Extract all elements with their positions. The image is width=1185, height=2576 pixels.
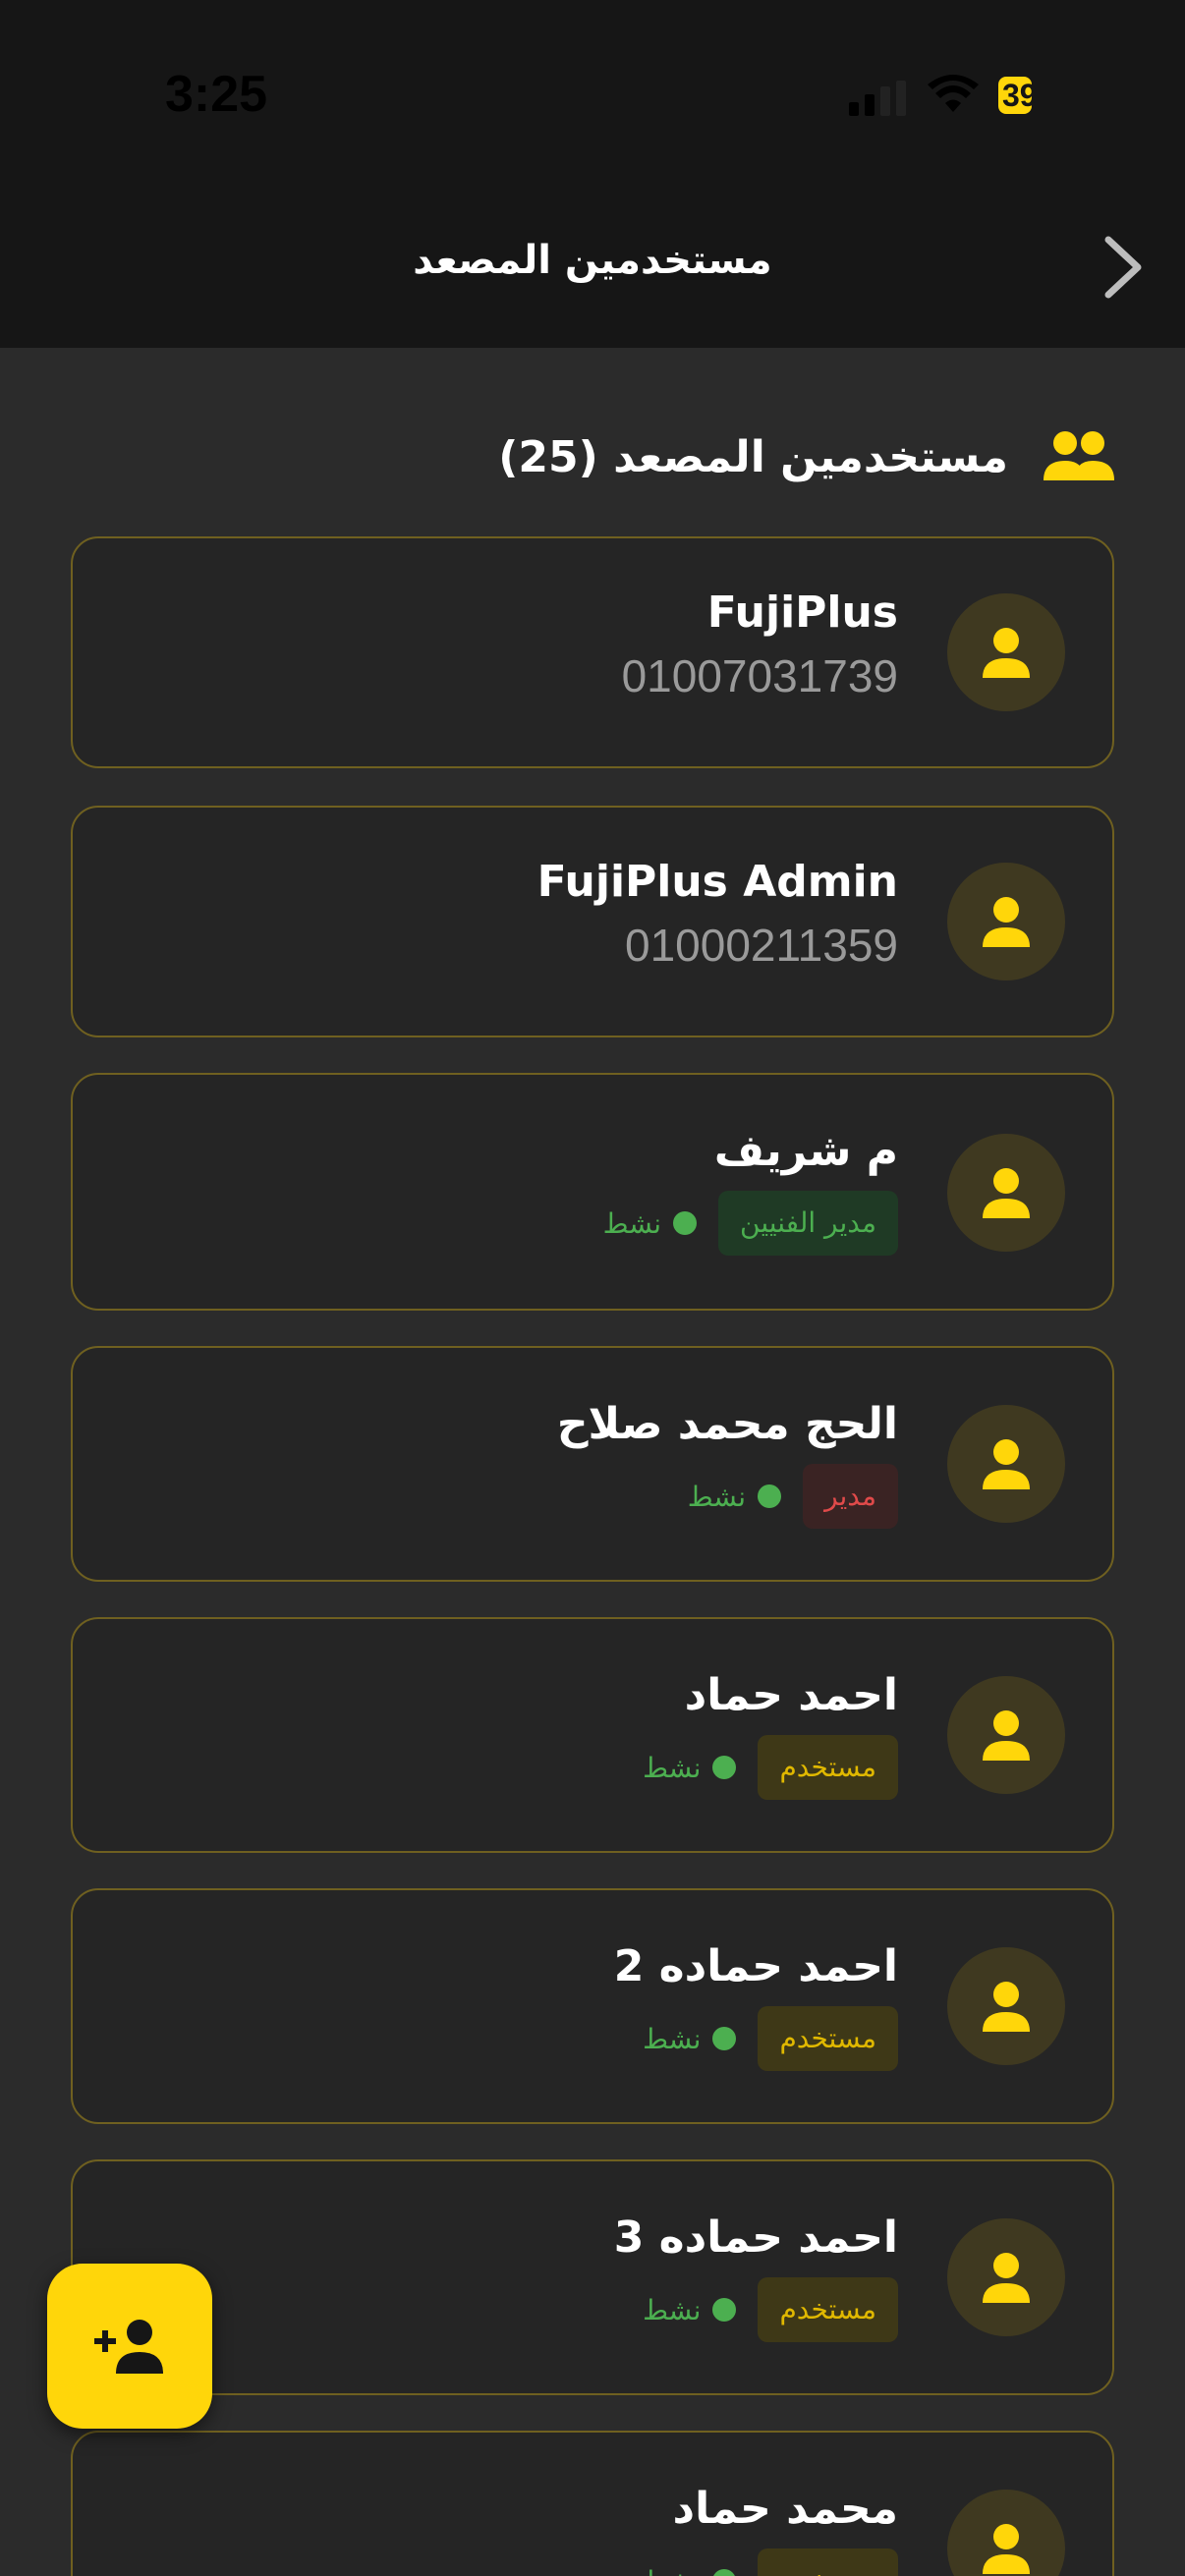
person-icon [983,1982,1030,2032]
status-text: نشط [643,2022,702,2055]
user-name: م شريف [713,1126,898,1176]
signal-icon [849,81,906,116]
user-name: FujiPlus [706,588,898,638]
role-badge: مستخدم [758,2006,898,2071]
user-phone: 01007031739 [621,650,898,701]
user-card[interactable]: م شريف مدير الفنيين نشط [71,1073,1114,1311]
app-bar: مستخدمين المصعد [0,187,1185,348]
avatar [947,2218,1065,2336]
person-icon [983,2524,1030,2574]
status-text: نشط [643,2565,701,2576]
user-phone: 01000211359 [625,920,898,971]
status-indicator: نشط [643,2565,737,2576]
avatar [947,2490,1065,2576]
user-name: FujiPlus Admin [536,857,898,907]
user-name: احمد حماده 3 [613,2212,898,2263]
status-bar: 3:25 39 [0,0,1185,187]
user-card[interactable]: محمد حماد مستخدم نشط [71,2431,1114,2576]
status-dot [712,2027,737,2050]
user-name: محمد حماد [672,2484,899,2534]
role-badge: مدير [803,1464,898,1529]
battery-icon: 39 [998,77,1077,114]
role-badge: مدير الفنيين [718,1191,898,1256]
role-badge: مستخدم [758,1735,898,1800]
user-card[interactable]: FujiPlus Admin 01000211359 [71,806,1114,1037]
avatar [947,1947,1065,2065]
user-name: احمد حماد [684,1670,898,1720]
section-header: مستخدمين المصعد (25) [498,422,1114,491]
user-name: احمد حماده 2 [613,1941,898,1991]
status-indicator: نشط [687,1480,782,1513]
user-card[interactable]: احمد حماده 2 مستخدم نشط [71,1888,1114,2124]
person-icon [983,897,1030,947]
person-icon [983,1710,1030,1761]
user-card[interactable]: الحج محمد صلاح مدير نشط [71,1346,1114,1582]
avatar [947,1134,1065,1252]
role-badge: مستخدم [758,2548,898,2576]
status-indicator: نشط [602,1206,698,1240]
person-icon [983,628,1030,678]
user-card[interactable]: FujiPlus 01007031739 [71,536,1114,768]
status-text: نشط [602,1206,662,1240]
status-text: نشط [643,1751,702,1784]
status-indicator: نشط [643,2293,737,2326]
users-group-icon [1044,431,1114,480]
status-dot [712,2569,737,2576]
status-text: نشط [643,2293,702,2326]
status-time: 3:25 [165,66,268,123]
person-icon [983,1168,1030,1218]
add-user-icon [94,2320,163,2374]
battery-level: 39 [1002,78,1038,113]
person-icon [983,1439,1030,1489]
section-title: مستخدمين المصعد (25) [498,431,1008,482]
status-dot [673,1211,698,1235]
status-dot [712,1756,737,1779]
role-badge: مستخدم [758,2277,898,2342]
avatar [947,1676,1065,1794]
status-dot [712,2298,737,2322]
status-indicator: نشط [643,1751,737,1784]
add-user-button[interactable] [47,2264,212,2429]
person-icon [983,2253,1030,2303]
user-card[interactable]: احمد حماده 3 مستخدم نشط [71,2159,1114,2395]
user-card[interactable]: احمد حماد مستخدم نشط [71,1617,1114,1853]
status-text: نشط [687,1480,747,1513]
avatar [947,593,1065,711]
back-button[interactable] [1089,230,1157,305]
chevron-right-icon [1104,236,1142,299]
user-name: الحج محمد صلاح [556,1399,898,1449]
status-indicator: نشط [643,2022,737,2055]
avatar [947,1405,1065,1523]
page-title: مستخدمين المصعد [413,238,772,283]
wifi-icon [928,75,979,112]
avatar [947,863,1065,980]
status-dot [758,1484,782,1508]
